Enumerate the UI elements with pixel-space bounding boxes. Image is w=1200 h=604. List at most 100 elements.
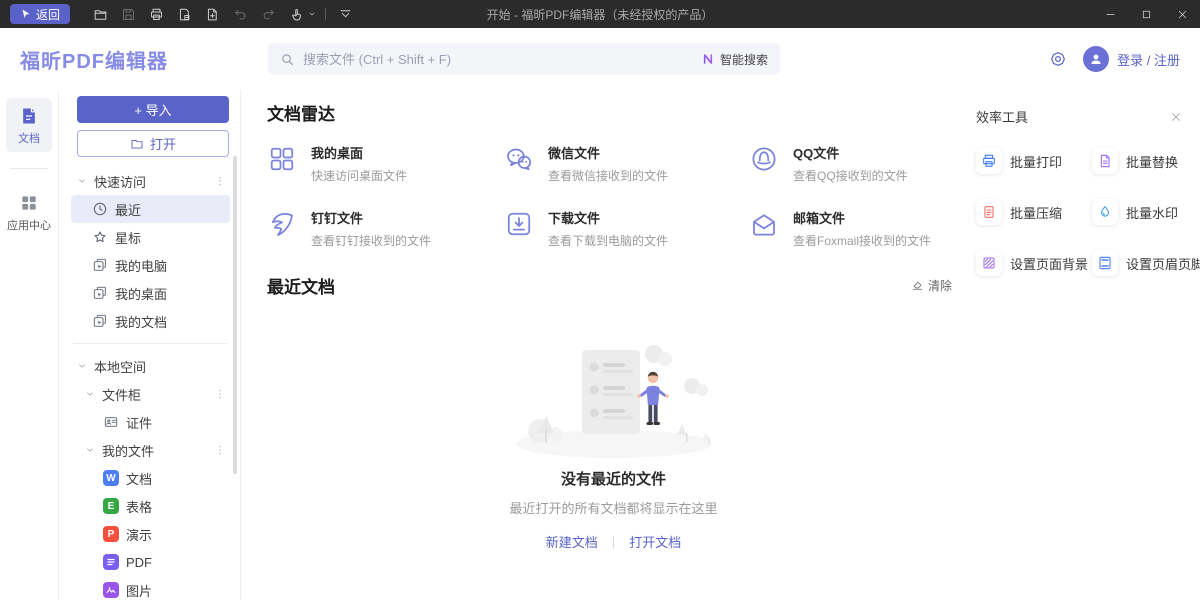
sidebar: + 导入 打开 快速访问 最近 星标: [59, 90, 241, 600]
open-document-link[interactable]: 打开文档: [629, 532, 681, 551]
tool-batch-replace[interactable]: 批量替换: [1092, 148, 1200, 174]
main-center: 文档雷达 我的桌面快速访问桌面文件 微信文件查看微信接收到的文件 QQ文件查看Q…: [241, 90, 966, 600]
more-options-icon[interactable]: [214, 175, 226, 187]
redo-icon[interactable]: [256, 3, 281, 25]
new-document-icon[interactable]: [200, 3, 225, 25]
id-card-icon: [103, 414, 119, 430]
radar-item-mailbox[interactable]: 邮箱文件查看Foxmail接收到的文件: [749, 208, 977, 249]
import-button[interactable]: + 导入: [77, 96, 229, 123]
radar-item-qq[interactable]: QQ文件查看QQ接收到的文件: [749, 143, 977, 184]
tool-batch-print[interactable]: 批量打印: [976, 148, 1088, 174]
more-options-icon[interactable]: [214, 444, 226, 456]
new-document-link[interactable]: 新建文档: [546, 532, 598, 551]
search-input[interactable]: [303, 52, 693, 67]
dingtalk-icon: [267, 209, 297, 239]
maximize-button[interactable]: [1128, 0, 1164, 28]
app-grid-icon: [19, 193, 39, 213]
page-background-icon: [976, 250, 1002, 276]
account-area[interactable]: 登录 / 注册: [1083, 46, 1180, 72]
settings-gear-icon[interactable]: [1049, 50, 1067, 68]
window-title: 开始 - 福昕PDF编辑器（未经授权的产品）: [300, 6, 900, 23]
nav-section-my-files[interactable]: 我的文件: [71, 436, 230, 464]
word-doc-icon: W: [103, 470, 119, 486]
tool-label: 批量替换: [1126, 152, 1178, 171]
sheet-icon: E: [103, 498, 119, 514]
folder-icon: [130, 137, 144, 151]
nav-item-credentials[interactable]: 证件: [71, 408, 230, 436]
avatar[interactable]: [1083, 46, 1109, 72]
nav-section-quick-access[interactable]: 快速访问: [71, 167, 230, 195]
nav-item-word-docs[interactable]: W 文档: [71, 464, 230, 492]
recent-section-title: 最近文档: [267, 273, 335, 298]
nav-item-my-documents[interactable]: 我的文档: [71, 307, 230, 335]
recent-section-header: 最近文档 清除: [267, 273, 960, 298]
eraser-icon: [911, 279, 924, 292]
tool-label: 批量打印: [1010, 152, 1062, 171]
close-tools-panel-button[interactable]: [1170, 111, 1182, 123]
efficiency-tools-panel: 效率工具 批量打印 批量替换 批量: [966, 90, 1200, 600]
nav-item-sheets[interactable]: E 表格: [71, 492, 230, 520]
page-with-badge-icon[interactable]: [172, 3, 197, 25]
nav-section-local-space[interactable]: 本地空间: [71, 352, 230, 380]
star-icon: [92, 229, 108, 245]
rail-item-app-center[interactable]: 应用中心: [6, 185, 52, 239]
clear-recent-button[interactable]: 清除: [911, 277, 952, 294]
nav-item-label: 我的文档: [115, 312, 167, 331]
tool-header-footer[interactable]: 设置页眉页脚: [1092, 250, 1200, 276]
radar-item-dingtalk[interactable]: 钉钉文件查看钉钉接收到的文件: [267, 208, 504, 249]
window-controls: [1092, 0, 1200, 28]
download-icon: [504, 209, 534, 239]
search-icon: [280, 52, 295, 67]
undo-icon[interactable]: [228, 3, 253, 25]
tool-batch-watermark[interactable]: 批量水印: [1092, 199, 1200, 225]
sidebar-scrollbar[interactable]: [233, 156, 237, 474]
back-button[interactable]: 返回: [10, 4, 70, 24]
radar-item-title: 钉钉文件: [311, 208, 431, 227]
radar-item-title: 微信文件: [548, 143, 668, 162]
more-options-icon[interactable]: [214, 388, 226, 400]
search-bar[interactable]: 智能搜索: [268, 43, 780, 75]
tool-page-background[interactable]: 设置页面背景: [976, 250, 1088, 276]
back-button-label: 返回: [36, 6, 60, 23]
toolbar-separator: [325, 8, 326, 20]
nav-section-label: 文件柜: [102, 385, 141, 404]
doc-replace-icon: [1092, 148, 1118, 174]
collapse-toolbar-icon[interactable]: [333, 3, 358, 25]
close-button[interactable]: [1164, 0, 1200, 28]
empty-state-illustration: [504, 334, 724, 460]
nav-item-my-computer[interactable]: 我的电脑: [71, 251, 230, 279]
open-file-icon[interactable]: [88, 3, 113, 25]
minimize-button[interactable]: [1092, 0, 1128, 28]
nav-item-starred[interactable]: 星标: [71, 223, 230, 251]
rail-item-documents[interactable]: 文档: [6, 98, 52, 152]
save-icon[interactable]: [116, 3, 141, 25]
radar-item-downloads[interactable]: 下载文件查看下载到电脑的文件: [504, 208, 749, 249]
nav-section-file-cabinet[interactable]: 文件柜: [71, 380, 230, 408]
nav-item-recent[interactable]: 最近: [71, 195, 230, 223]
nav-item-presentations[interactable]: P 演示: [71, 520, 230, 548]
nav-item-label: 文档: [126, 469, 152, 488]
empty-state-description: 最近打开的所有文档都将显示在这里: [509, 498, 717, 517]
nav-item-label: 演示: [126, 525, 152, 544]
radar-item-my-desktop[interactable]: 我的桌面快速访问桌面文件: [267, 143, 504, 184]
tool-label: 设置页眉页脚: [1126, 254, 1200, 273]
links-divider: |: [612, 534, 615, 549]
ai-search-button[interactable]: 智能搜索: [701, 51, 768, 68]
compress-icon: [976, 199, 1002, 225]
sidebar-nav: 快速访问 最近 星标 我的电脑 我的桌面: [71, 167, 230, 604]
login-register-link[interactable]: 登录 / 注册: [1117, 50, 1180, 69]
quick-toolbar: [88, 3, 358, 25]
nav-item-pdf[interactable]: PDF: [71, 548, 230, 576]
radar-grid: 我的桌面快速访问桌面文件 微信文件查看微信接收到的文件 QQ文件查看QQ接收到的…: [267, 143, 960, 249]
print-icon[interactable]: [144, 3, 169, 25]
tool-batch-compress[interactable]: 批量压缩: [976, 199, 1088, 225]
hand-tool-caret-icon[interactable]: [306, 3, 318, 25]
open-button[interactable]: 打开: [77, 130, 229, 157]
nav-item-label: 最近: [115, 200, 141, 219]
wechat-icon: [504, 144, 534, 174]
content: 文档 应用中心 + 导入 打开 快速访问: [0, 90, 1200, 600]
radar-item-wechat[interactable]: 微信文件查看微信接收到的文件: [504, 143, 749, 184]
desktop-grid-icon: [267, 144, 297, 174]
nav-item-label: 表格: [126, 497, 152, 516]
nav-item-my-desktop[interactable]: 我的桌面: [71, 279, 230, 307]
